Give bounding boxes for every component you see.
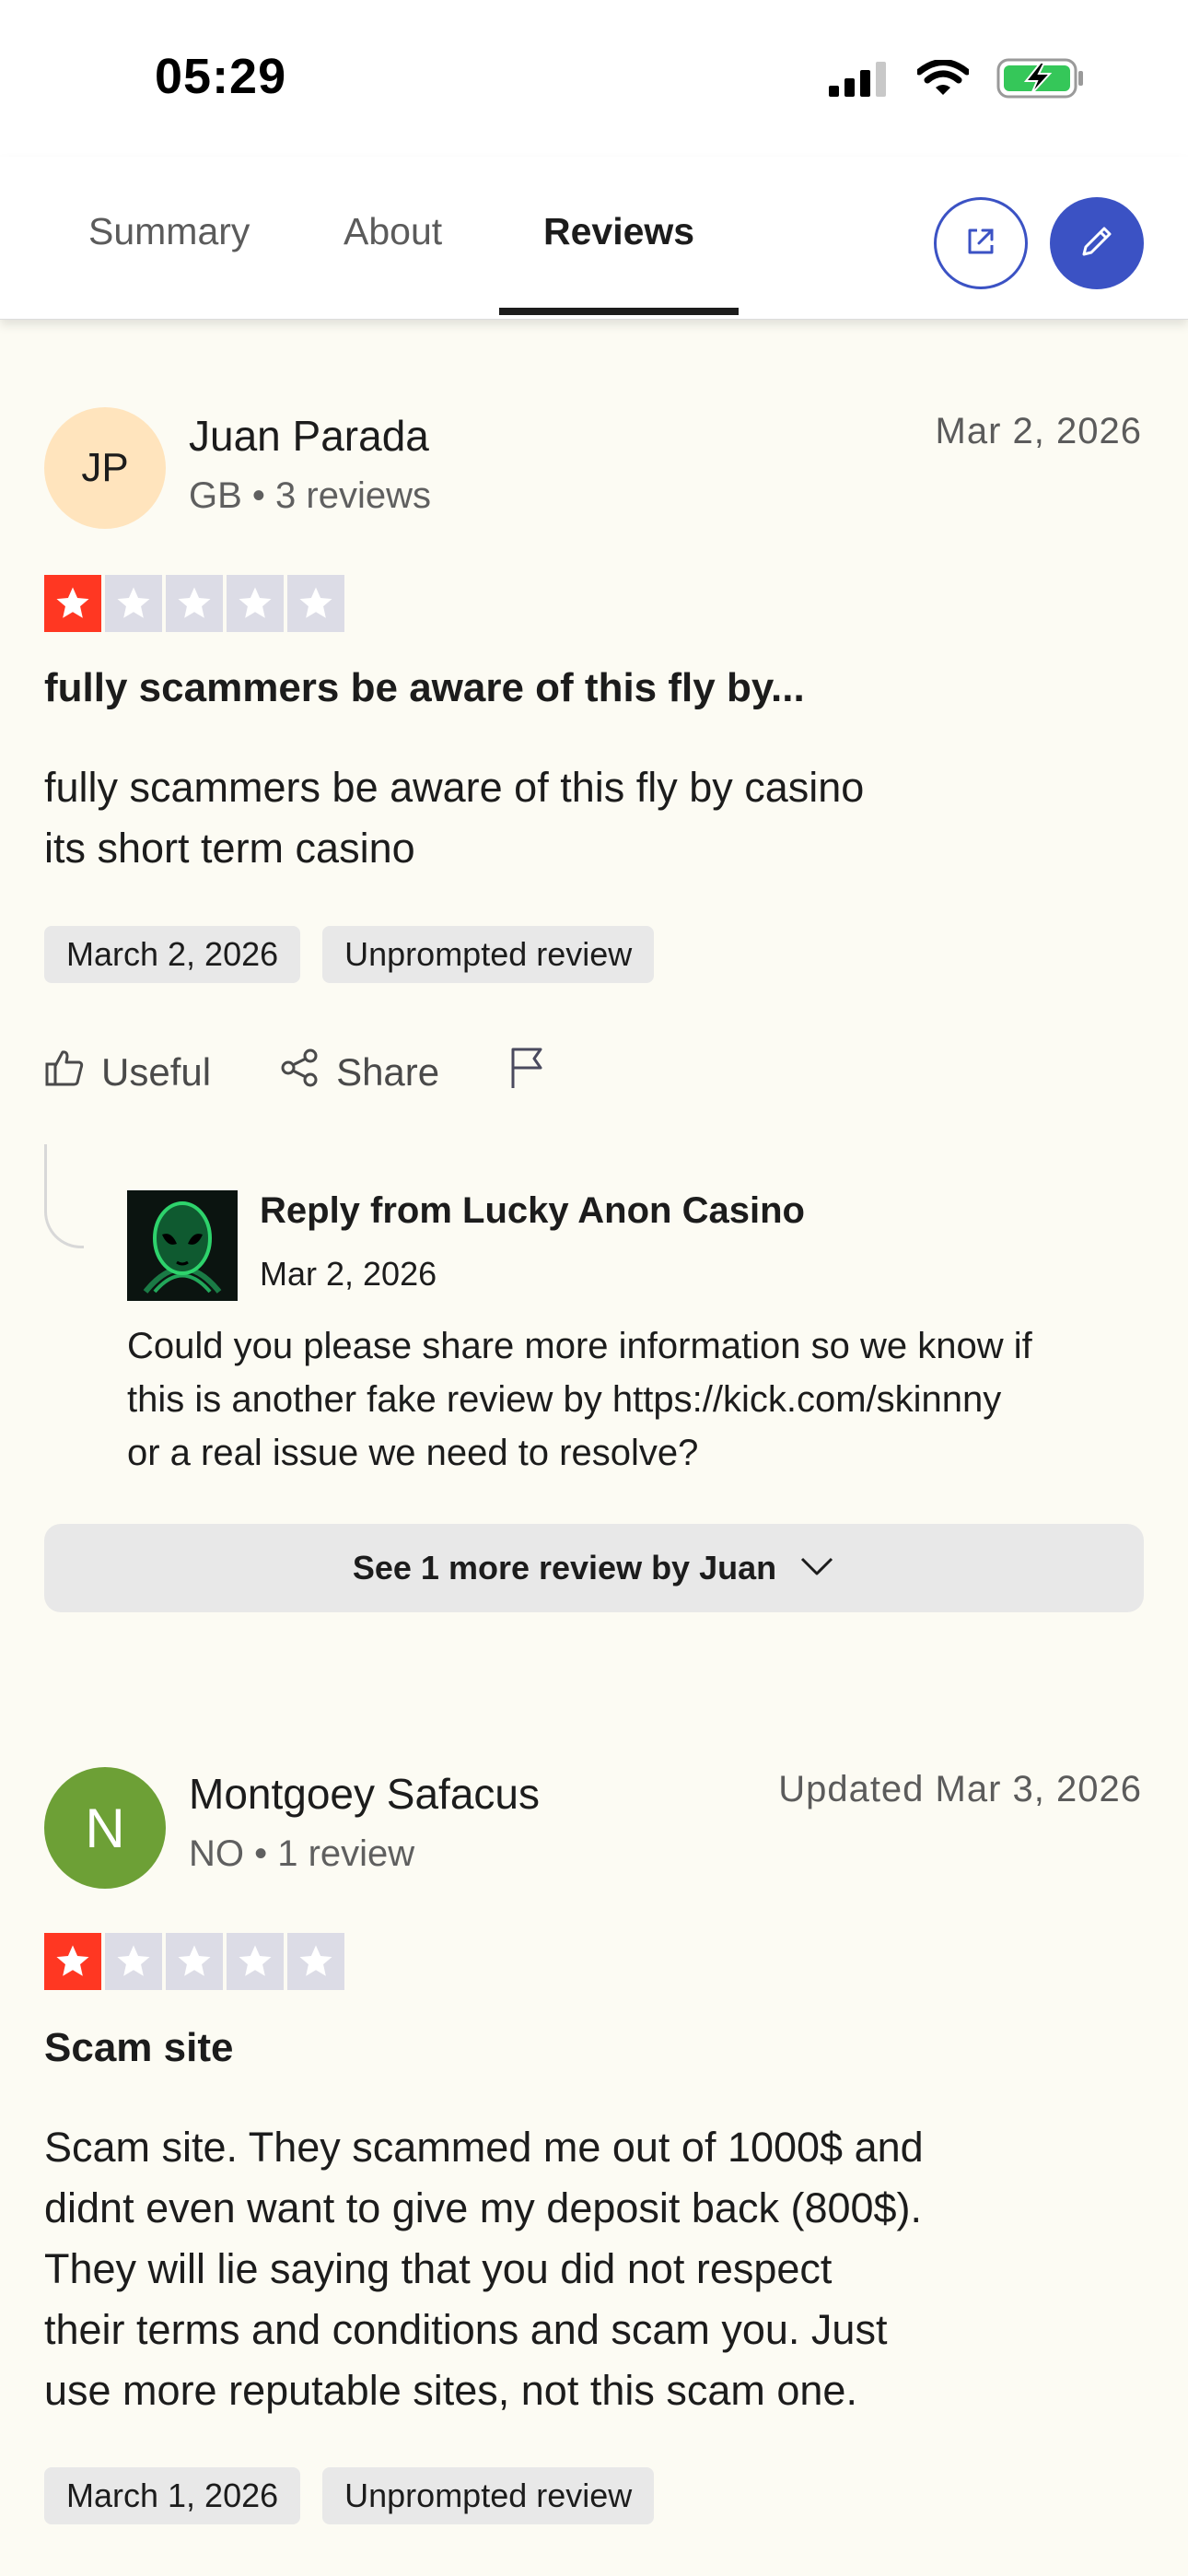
star-icon bbox=[287, 575, 344, 632]
battery-charging-icon bbox=[996, 57, 1085, 104]
report-button[interactable] bbox=[507, 1046, 548, 1099]
see-more-reviews-button[interactable]: See 1 more review by Juan bbox=[44, 1524, 1144, 1612]
reply-text-line: Could you please share more information … bbox=[127, 1326, 1032, 1366]
star-icon bbox=[44, 1933, 101, 1990]
experience-date-tag: March 1, 2026 bbox=[44, 2467, 301, 2524]
share-label: Share bbox=[336, 1050, 440, 1094]
tab-about[interactable]: About bbox=[344, 210, 442, 253]
open-external-button[interactable] bbox=[934, 197, 1028, 289]
see-more-label: See 1 more review by Juan bbox=[352, 1549, 777, 1587]
star-rating bbox=[44, 575, 344, 632]
reply-text-line: or a real issue we need to resolve? bbox=[127, 1433, 699, 1473]
reply-date: Mar 2, 2026 bbox=[260, 1255, 437, 1293]
unprompted-review-tag[interactable]: Unprompted review bbox=[322, 2467, 655, 2524]
experience-date-tag: March 2, 2026 bbox=[44, 926, 301, 983]
reply-connector bbox=[44, 1144, 84, 1248]
thumbs-up-icon bbox=[44, 1048, 85, 1097]
review-body-line: their terms and conditions and scam you.… bbox=[44, 2306, 888, 2353]
active-tab-indicator bbox=[499, 308, 739, 315]
status-time: 05:29 bbox=[155, 49, 287, 104]
company-logo bbox=[127, 1190, 238, 1301]
star-icon bbox=[227, 575, 284, 632]
review-body-line: use more reputable sites, not this scam … bbox=[44, 2367, 857, 2414]
external-link-icon bbox=[962, 223, 999, 264]
reply-text-line: this is another fake review by https://k… bbox=[127, 1379, 1002, 1420]
review-tags: March 2, 2026 Unprompted review bbox=[44, 926, 655, 983]
reviewer-name[interactable]: Montgoey Safacus bbox=[189, 1769, 540, 1819]
share-icon bbox=[279, 1048, 320, 1097]
tab-summary[interactable]: Summary bbox=[88, 210, 250, 253]
wifi-icon bbox=[915, 59, 971, 101]
review-title[interactable]: Scam site bbox=[44, 2025, 233, 2071]
useful-label: Useful bbox=[101, 1050, 212, 1094]
tab-bar: Summary About Reviews bbox=[0, 157, 1188, 320]
review-date: Mar 2, 2026 bbox=[935, 411, 1142, 451]
avatar-initials: JP bbox=[81, 445, 129, 490]
review-date: Updated Mar 3, 2026 bbox=[778, 1769, 1142, 1809]
review-body-line: fully scammers be aware of this fly by c… bbox=[44, 764, 865, 811]
review-body-line: didnt even want to give my deposit back … bbox=[44, 2184, 923, 2231]
reviewer-meta: GB • 3 reviews bbox=[189, 475, 431, 516]
reviewer-meta: NO • 1 review bbox=[189, 1833, 415, 1874]
status-icons bbox=[829, 57, 1085, 104]
pencil-icon bbox=[1077, 221, 1117, 266]
review-body-line: They will lie saying that you did not re… bbox=[44, 2245, 833, 2292]
review-body: Scam site. They scammed me out of 1000$ … bbox=[44, 2117, 1103, 2421]
status-bar: 05:29 bbox=[0, 0, 1188, 157]
star-icon bbox=[44, 575, 101, 632]
star-icon bbox=[166, 1933, 223, 1990]
star-rating bbox=[44, 1933, 344, 1990]
write-review-button[interactable] bbox=[1050, 197, 1144, 289]
useful-button[interactable]: Useful bbox=[44, 1048, 211, 1097]
star-icon bbox=[105, 575, 162, 632]
avatar[interactable]: N bbox=[44, 1767, 166, 1889]
review-body-line: its short term casino bbox=[44, 825, 415, 872]
avatar[interactable]: JP bbox=[44, 407, 166, 529]
review-tags: March 1, 2026 Unprompted review bbox=[44, 2467, 655, 2524]
cellular-signal-icon bbox=[829, 60, 890, 101]
reply-text: Could you please share more information … bbox=[127, 1319, 1149, 1480]
star-icon bbox=[227, 1933, 284, 1990]
star-icon bbox=[287, 1933, 344, 1990]
review-title[interactable]: fully scammers be aware of this fly by..… bbox=[44, 665, 805, 711]
chevron-down-icon bbox=[798, 1549, 835, 1587]
star-icon bbox=[166, 575, 223, 632]
unprompted-review-tag[interactable]: Unprompted review bbox=[322, 926, 655, 983]
tab-reviews[interactable]: Reviews bbox=[543, 210, 694, 253]
avatar-initials: N bbox=[85, 1797, 125, 1859]
reviewer-name[interactable]: Juan Parada bbox=[189, 411, 429, 461]
share-button[interactable]: Share bbox=[279, 1048, 439, 1097]
flag-icon bbox=[507, 1046, 548, 1099]
reply-author: Reply from Lucky Anon Casino bbox=[260, 1190, 805, 1231]
review-body: fully scammers be aware of this fly by c… bbox=[44, 757, 1103, 879]
star-icon bbox=[105, 1933, 162, 1990]
review-actions: Useful Share bbox=[44, 1046, 616, 1099]
review-body-line: Scam site. They scammed me out of 1000$ … bbox=[44, 2124, 924, 2171]
